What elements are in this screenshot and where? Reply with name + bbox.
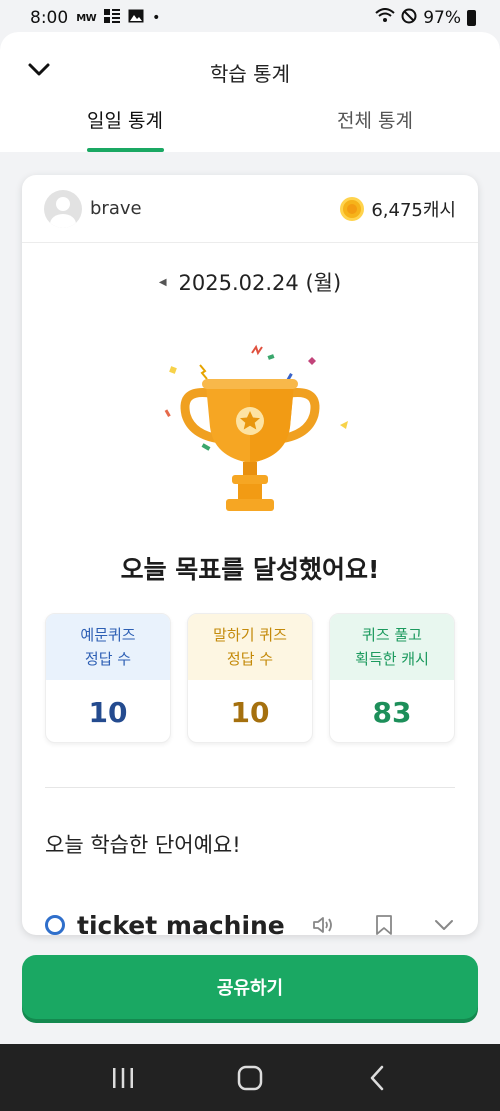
- bookmark-icon[interactable]: [372, 913, 396, 937]
- stat-label-line2: 획득한 캐시: [355, 650, 429, 668]
- date-label: 2025.02.24 (월): [178, 271, 342, 295]
- avatar: [44, 189, 82, 228]
- cash-amount: 6,475캐시: [371, 199, 456, 221]
- goal-achieved-message: 오늘 목표를 달성했어요!: [120, 555, 380, 584]
- statistics-sheet: 학습 통계 일일 통계 전체 통계 brave 6,475캐시 ◀ 2025.0…: [0, 32, 500, 1044]
- tab-daily-label: 일일 통계: [87, 110, 163, 132]
- user-row: brave 6,475캐시: [22, 175, 478, 243]
- divider: [45, 787, 455, 788]
- date-prev-icon[interactable]: ◀: [159, 277, 167, 288]
- stat-value: 10: [88, 695, 128, 729]
- username: brave: [90, 198, 142, 219]
- tab-total-label: 전체 통계: [337, 110, 413, 132]
- system-nav-bar: [0, 1044, 500, 1111]
- image-notification-icon: [128, 8, 144, 28]
- carrier-glyph: MW: [76, 12, 97, 24]
- tab-total-stats[interactable]: 전체 통계: [250, 106, 500, 152]
- wifi-icon: [375, 7, 395, 29]
- coin-icon: [340, 196, 365, 221]
- notification-dot-icon: •: [152, 10, 161, 26]
- header: 학습 통계 일일 통계 전체 통계: [0, 32, 500, 152]
- tab-daily-stats[interactable]: 일일 통계: [0, 106, 250, 152]
- do-not-disturb-icon: [401, 8, 417, 29]
- stat-header: 퀴즈 풀고 획득한 캐시: [330, 614, 454, 680]
- speaker-icon[interactable]: [312, 913, 336, 937]
- stat-label-line1: 퀴즈 풀고: [362, 626, 422, 644]
- nav-recents-icon[interactable]: [103, 1058, 143, 1098]
- stat-label-line2: 정답 수: [226, 650, 274, 668]
- daily-stats-card: brave 6,475캐시 ◀ 2025.02.24 (월) 오늘 목표를 달성…: [22, 175, 478, 940]
- page-title: 학습 통계: [210, 62, 290, 86]
- stat-header: 예문퀴즈 정답 수: [46, 614, 170, 680]
- tab-bar: 일일 통계 전체 통계: [0, 106, 500, 152]
- word-text: ticket machine: [77, 910, 285, 940]
- nav-back-icon[interactable]: [357, 1058, 397, 1098]
- date-selector: ◀ 2025.02.24 (월): [22, 267, 478, 297]
- stat-header: 말하기 퀴즈 정답 수: [188, 614, 312, 680]
- stat-card-speaking-quiz: 말하기 퀴즈 정답 수 10: [187, 613, 313, 743]
- stat-card-example-quiz: 예문퀴즈 정답 수 10: [45, 613, 171, 743]
- trophy-icon: [140, 335, 360, 525]
- nav-home-icon[interactable]: [230, 1058, 270, 1098]
- stat-card-earned-cash: 퀴즈 풀고 획득한 캐시 83: [329, 613, 455, 743]
- expand-chevron-icon[interactable]: [432, 913, 456, 937]
- battery-icon: [467, 10, 476, 26]
- stat-label-line1: 예문퀴즈: [80, 626, 136, 644]
- stat-value: 10: [230, 695, 270, 729]
- word-actions: [312, 913, 458, 937]
- stat-label-line1: 말하기 퀴즈: [213, 626, 287, 644]
- stat-label-line2: 정답 수: [84, 650, 132, 668]
- battery-percent: 97%: [423, 8, 461, 28]
- share-button[interactable]: 공유하기: [22, 955, 478, 1019]
- learned-words-title: 오늘 학습한 단어예요!: [45, 833, 241, 857]
- word-item[interactable]: ticket machine: [45, 905, 458, 945]
- word-status-circle-icon: [45, 915, 65, 935]
- stat-value: 83: [372, 695, 412, 729]
- stats-row: 예문퀴즈 정답 수 10 말하기 퀴즈 정답 수 10 퀴즈 풀고 획득한 캐시…: [45, 613, 455, 743]
- grid-app-icon: [104, 8, 121, 28]
- status-bar: 8:00 MW • 97%: [0, 0, 500, 36]
- status-time: 8:00: [30, 8, 69, 28]
- active-tab-indicator: [87, 148, 164, 152]
- cash-balance: 6,475캐시: [340, 196, 456, 222]
